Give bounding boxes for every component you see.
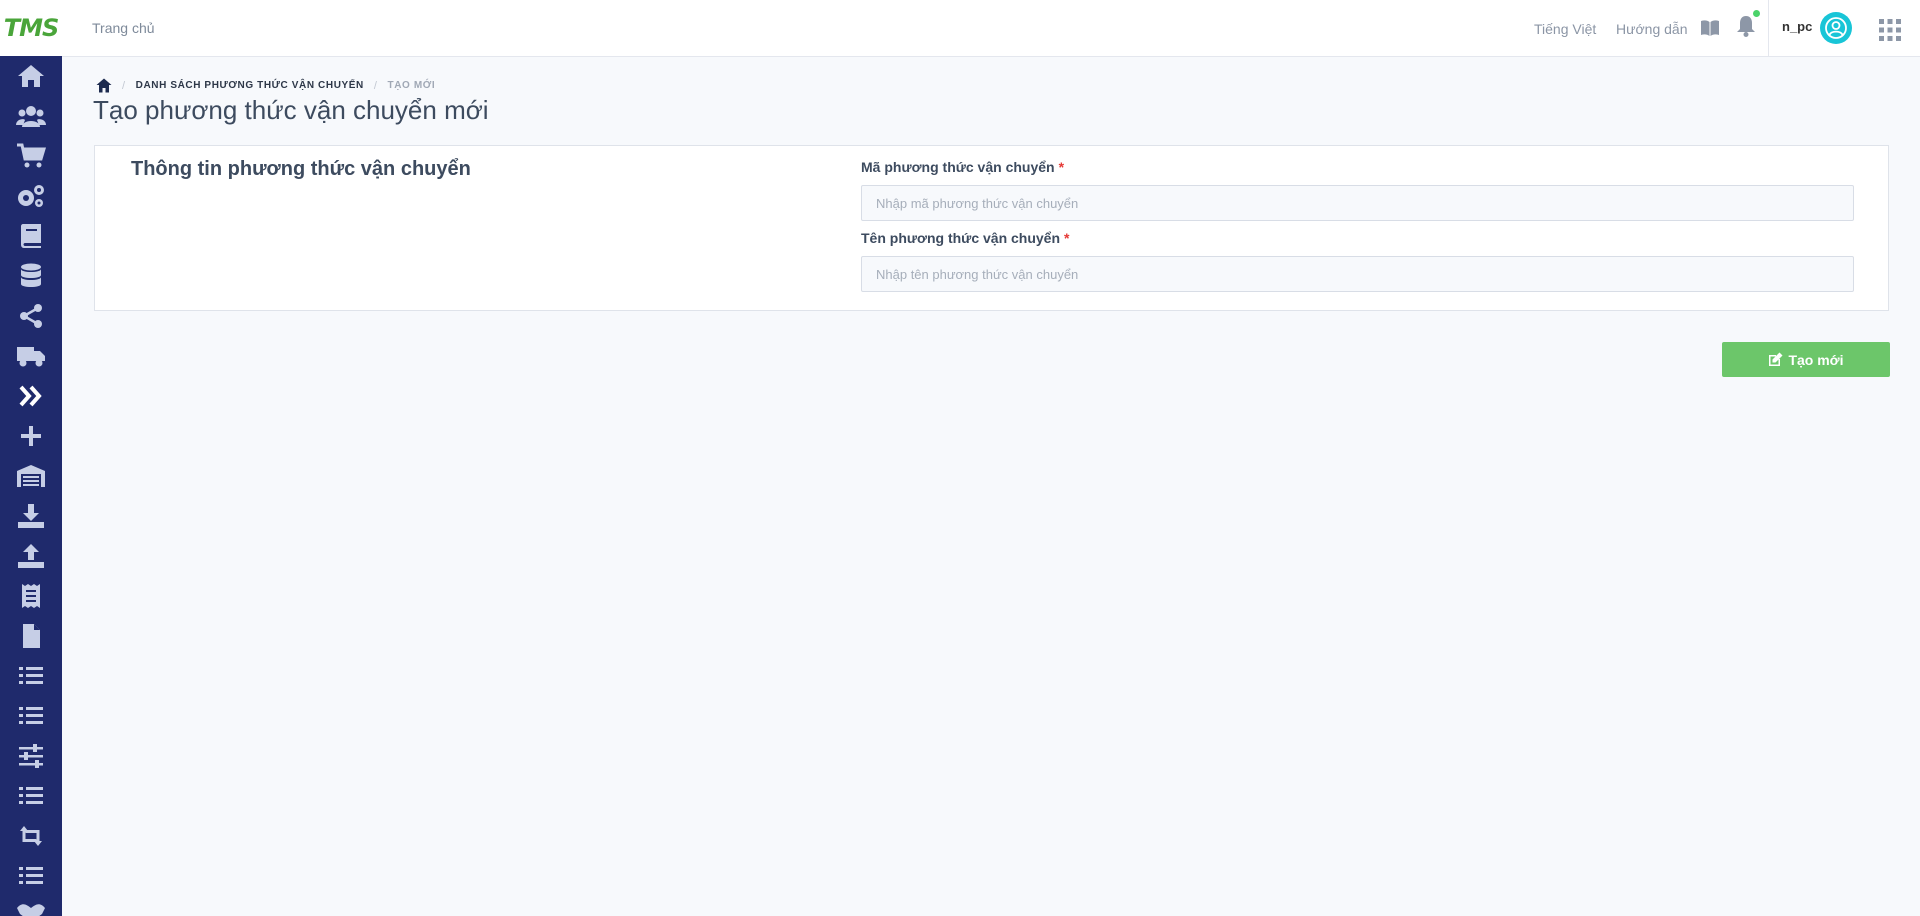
sidebar-item-document[interactable]	[0, 616, 62, 656]
page-title: Tạo phương thức vận chuyển mới	[93, 95, 489, 125]
sidebar-item-book[interactable]	[0, 216, 62, 256]
list-icon	[19, 867, 43, 884]
sidebar-item-export[interactable]	[0, 536, 62, 576]
guide-link[interactable]: Hướng dẫn	[1616, 21, 1687, 37]
sidebar-item-list-4[interactable]	[0, 856, 62, 896]
create-button-label: Tạo mới	[1788, 351, 1844, 368]
sidebar-item-warehouse[interactable]	[0, 456, 62, 496]
book-icon[interactable]	[1700, 19, 1720, 42]
home-link[interactable]: Trang chủ	[92, 20, 155, 36]
sidebar-item-import[interactable]	[0, 496, 62, 536]
breadcrumb: / DANH SÁCH PHƯƠNG THỨC VẬN CHUYỂN / TẠO…	[96, 78, 435, 93]
handshake-icon	[17, 904, 45, 916]
username[interactable]: n_pc	[1782, 19, 1812, 34]
retweet-icon	[20, 826, 42, 846]
sidebar-item-receipt[interactable]	[0, 576, 62, 616]
list-icon	[19, 787, 43, 804]
users-icon	[16, 106, 46, 127]
gears-icon	[18, 185, 44, 207]
share-icon	[20, 304, 42, 328]
sidebar-item-partners[interactable]	[0, 896, 62, 916]
notification-dot	[1753, 10, 1760, 17]
database-icon	[21, 263, 41, 287]
required-mark: *	[1064, 230, 1070, 246]
sidebar-item-truck[interactable]	[0, 336, 62, 376]
sidebar-item-transport-methods[interactable]	[0, 376, 62, 416]
logo-text: TMS	[3, 14, 60, 42]
breadcrumb-home-icon[interactable]	[96, 78, 112, 93]
topbar: Trang chủ Tiếng Việt Hướng dẫn n_pc	[62, 0, 1920, 57]
double-chevron-right-icon	[19, 385, 42, 407]
topbar-divider	[1768, 0, 1769, 56]
warehouse-icon	[17, 465, 45, 487]
sidebar-item-home[interactable]	[0, 56, 62, 96]
sidebar-item-database[interactable]	[0, 256, 62, 296]
logo[interactable]: TMS	[0, 0, 62, 56]
file-icon	[23, 624, 40, 648]
upload-icon	[18, 544, 44, 568]
apps-grid-icon[interactable]	[1878, 18, 1902, 47]
transport-code-input[interactable]	[861, 185, 1854, 221]
create-button[interactable]: Tạo mới	[1722, 342, 1890, 377]
sidebar-item-list-3[interactable]	[0, 776, 62, 816]
list-icon	[19, 667, 43, 684]
required-mark: *	[1058, 159, 1065, 175]
language-selector[interactable]: Tiếng Việt	[1534, 21, 1596, 37]
download-icon	[18, 504, 44, 528]
book-icon	[21, 224, 41, 248]
code-label-text: Mã phương thức vận chuyển	[861, 159, 1055, 175]
notification-bell-icon[interactable]	[1736, 15, 1756, 42]
sidebar-item-add[interactable]	[0, 416, 62, 456]
sidebar-item-transfer[interactable]	[0, 816, 62, 856]
code-field-label: Mã phương thức vận chuyển *	[861, 159, 1064, 175]
sidebar-item-list-1[interactable]	[0, 656, 62, 696]
breadcrumb-separator: /	[373, 79, 378, 92]
sidebar-item-users[interactable]	[0, 96, 62, 136]
user-icon	[1825, 17, 1847, 39]
transport-method-form-card: Thông tin phương thức vận chuyển Mã phươ…	[94, 145, 1889, 311]
sidebar-item-filters[interactable]	[0, 736, 62, 776]
sidebar-item-cart[interactable]	[0, 136, 62, 176]
edit-icon	[1769, 352, 1783, 366]
sidebar-item-list-2[interactable]	[0, 696, 62, 736]
transport-name-input[interactable]	[861, 256, 1854, 292]
sidebar-item-share[interactable]	[0, 296, 62, 336]
name-label-text: Tên phương thức vận chuyển	[861, 230, 1061, 246]
breadcrumb-current: TẠO MỚI	[387, 80, 436, 91]
plus-icon	[21, 426, 41, 446]
cart-icon	[17, 143, 46, 168]
section-title: Thông tin phương thức vận chuyển	[131, 158, 471, 180]
avatar[interactable]	[1820, 12, 1852, 44]
receipt-icon	[22, 584, 40, 608]
breadcrumb-transport-list[interactable]: DANH SÁCH PHƯƠNG THỨC VẬN CHUYỂN	[136, 80, 364, 91]
name-field-label: Tên phương thức vận chuyển *	[861, 230, 1069, 246]
breadcrumb-separator: /	[122, 79, 126, 92]
truck-icon	[17, 347, 45, 367]
home-icon	[18, 65, 44, 87]
list-icon	[19, 707, 43, 724]
sidebar-item-settings[interactable]	[0, 176, 62, 216]
sidebar: TMS	[0, 0, 62, 916]
sliders-icon	[19, 744, 43, 768]
